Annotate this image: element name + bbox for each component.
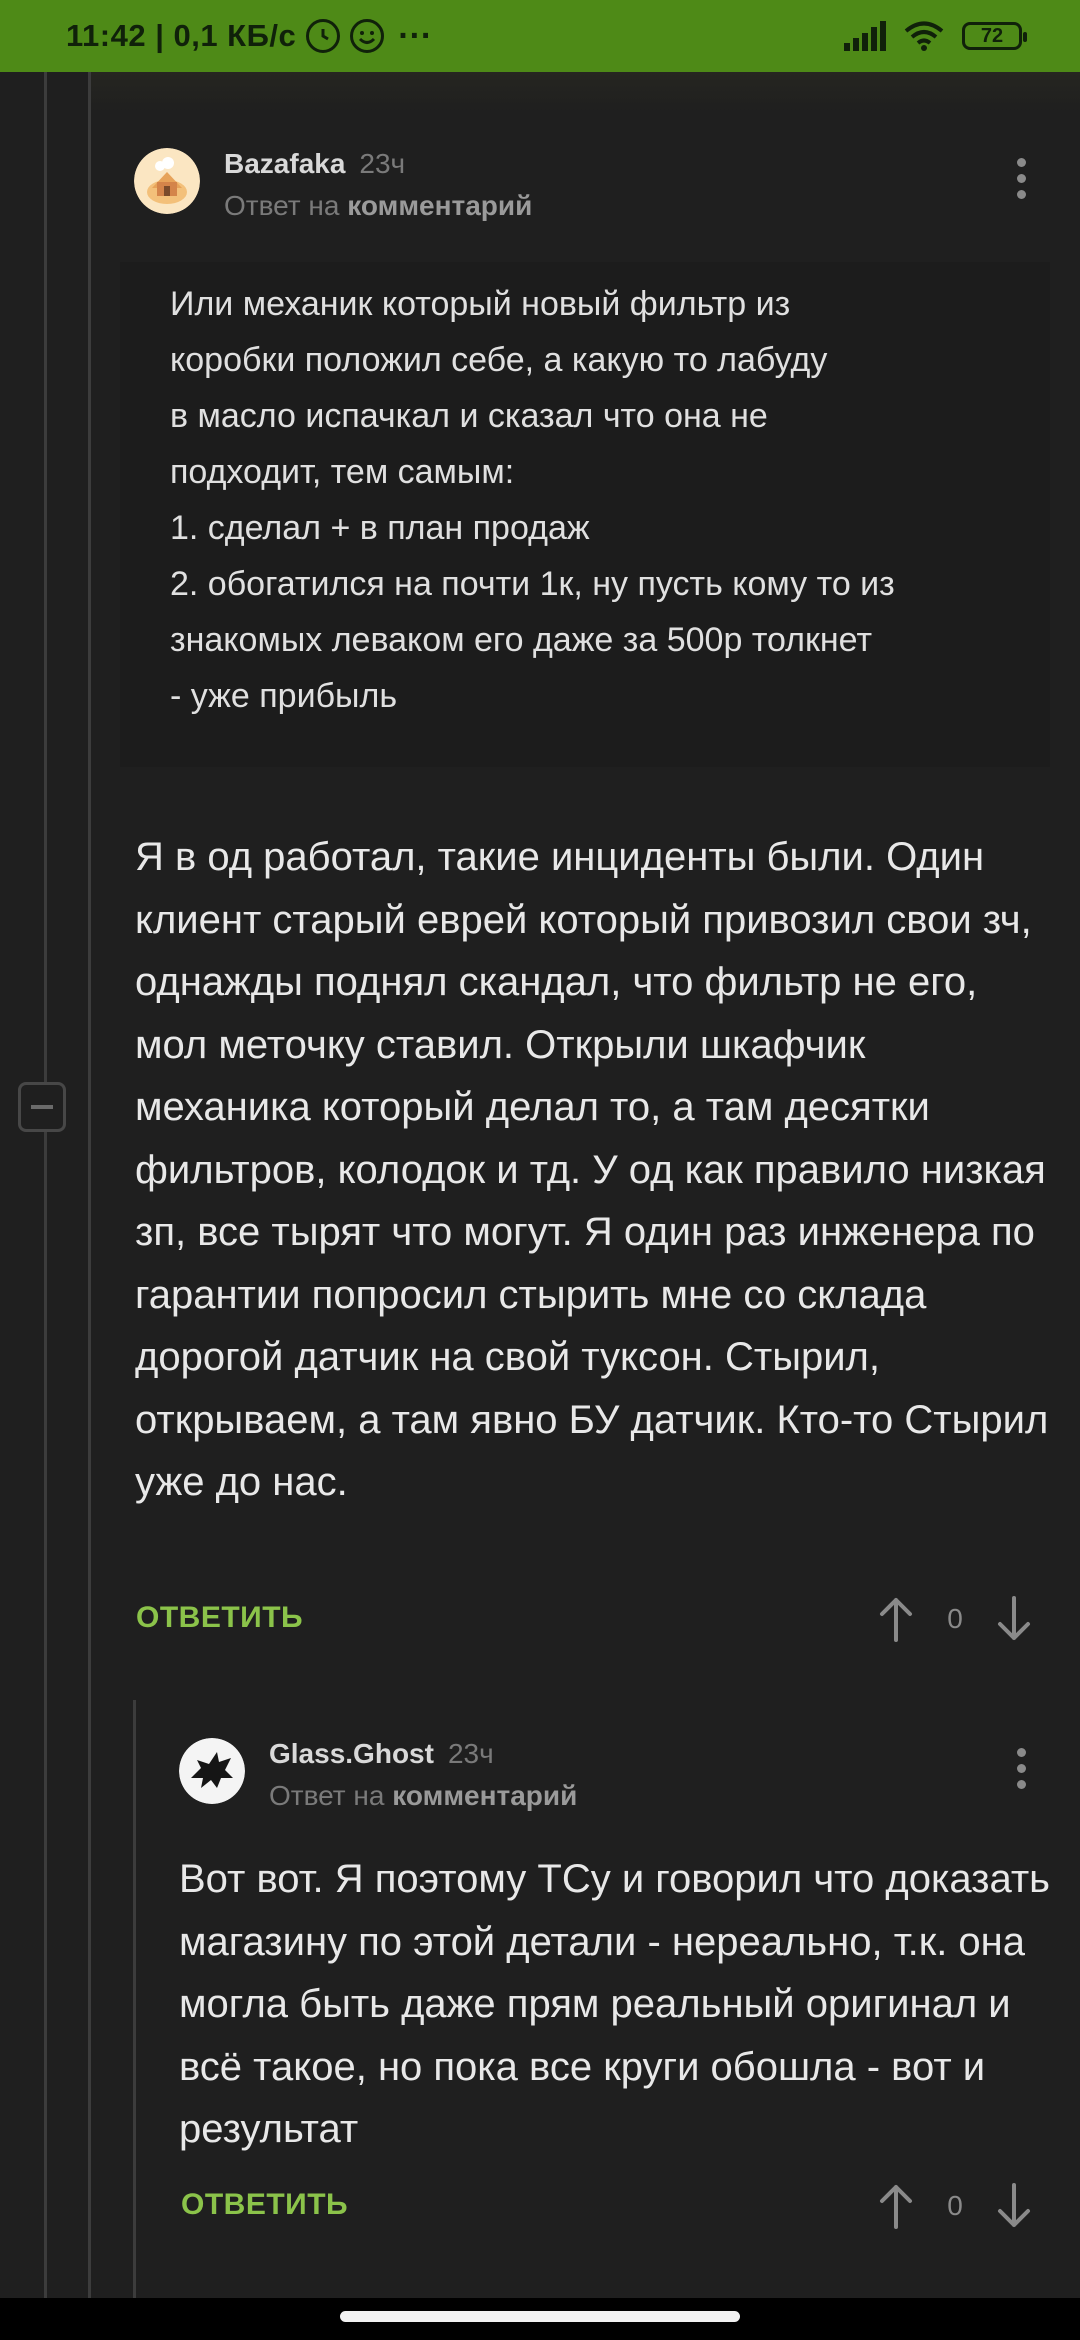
top-fade bbox=[90, 72, 1080, 112]
reply-button[interactable]: ОТВЕТИТЬ bbox=[136, 1601, 303, 1635]
downvote-icon[interactable] bbox=[994, 2183, 1034, 2229]
more-options-icon[interactable] bbox=[1017, 158, 1027, 199]
comment-text: Я в од работал, такие инциденты были. Од… bbox=[135, 835, 1049, 1504]
reply-to-link[interactable]: комментарий bbox=[347, 190, 532, 221]
vote-controls: 0 bbox=[876, 2183, 1034, 2229]
status-time-speed: 11:42 | 0,1 КБ/с bbox=[66, 18, 297, 53]
reply-to-line: Ответ на комментарий bbox=[224, 190, 532, 222]
reply-to-link[interactable]: комментарий bbox=[392, 1780, 577, 1811]
quote-block: Или механик который новый фильтр из коро… bbox=[120, 262, 1050, 767]
wifi-icon bbox=[904, 21, 944, 51]
comment-text: Вот вот. Я поэтому ТСу и говорил что док… bbox=[179, 1857, 1051, 2151]
avatar[interactable] bbox=[179, 1738, 245, 1804]
reply-to-prefix: Ответ на bbox=[224, 190, 340, 221]
vote-score: 0 bbox=[947, 2190, 963, 2221]
status-bar: 11:42 | 0,1 КБ/с ··· 72 bbox=[0, 0, 1080, 72]
author-name[interactable]: Bazafaka bbox=[224, 148, 345, 180]
upvote-icon[interactable] bbox=[876, 2183, 916, 2229]
author-name[interactable]: Glass.Ghost bbox=[269, 1738, 434, 1770]
reply-to-line: Ответ на комментарий bbox=[269, 1780, 577, 1812]
avatar[interactable] bbox=[134, 148, 200, 214]
vote-controls: 0 bbox=[876, 1596, 1034, 1642]
quote-text: Или механик который новый фильтр из коро… bbox=[170, 285, 895, 715]
comment-header: Glass.Ghost 23ч Ответ на комментарий bbox=[179, 1738, 577, 1812]
thread-line-outer bbox=[44, 72, 47, 2298]
status-more: ··· bbox=[398, 16, 433, 55]
downvote-icon[interactable] bbox=[994, 1596, 1034, 1642]
comment-time: 23ч bbox=[359, 148, 406, 179]
collapse-thread-button[interactable] bbox=[18, 1082, 66, 1132]
thread-line-level-1 bbox=[88, 72, 91, 2298]
battery-icon: 72 bbox=[962, 22, 1027, 50]
reply-button[interactable]: ОТВЕТИТЬ bbox=[181, 2188, 348, 2222]
home-indicator[interactable] bbox=[340, 2311, 740, 2322]
more-options-icon[interactable] bbox=[1017, 1748, 1027, 1789]
comment-header: Bazafaka 23ч Ответ на комментарий bbox=[134, 148, 532, 222]
thread-line-level-2 bbox=[133, 1700, 136, 2298]
minus-icon bbox=[31, 1105, 53, 1109]
comment-time: 23ч bbox=[447, 1738, 494, 1769]
signal-icon bbox=[844, 21, 886, 51]
battery-level: 72 bbox=[980, 24, 1004, 47]
alarm-icon bbox=[306, 19, 341, 53]
upvote-icon[interactable] bbox=[876, 1596, 916, 1642]
reply-to-prefix: Ответ на bbox=[269, 1780, 385, 1811]
vote-score: 0 bbox=[947, 1603, 963, 1634]
emoji-icon bbox=[350, 19, 385, 53]
